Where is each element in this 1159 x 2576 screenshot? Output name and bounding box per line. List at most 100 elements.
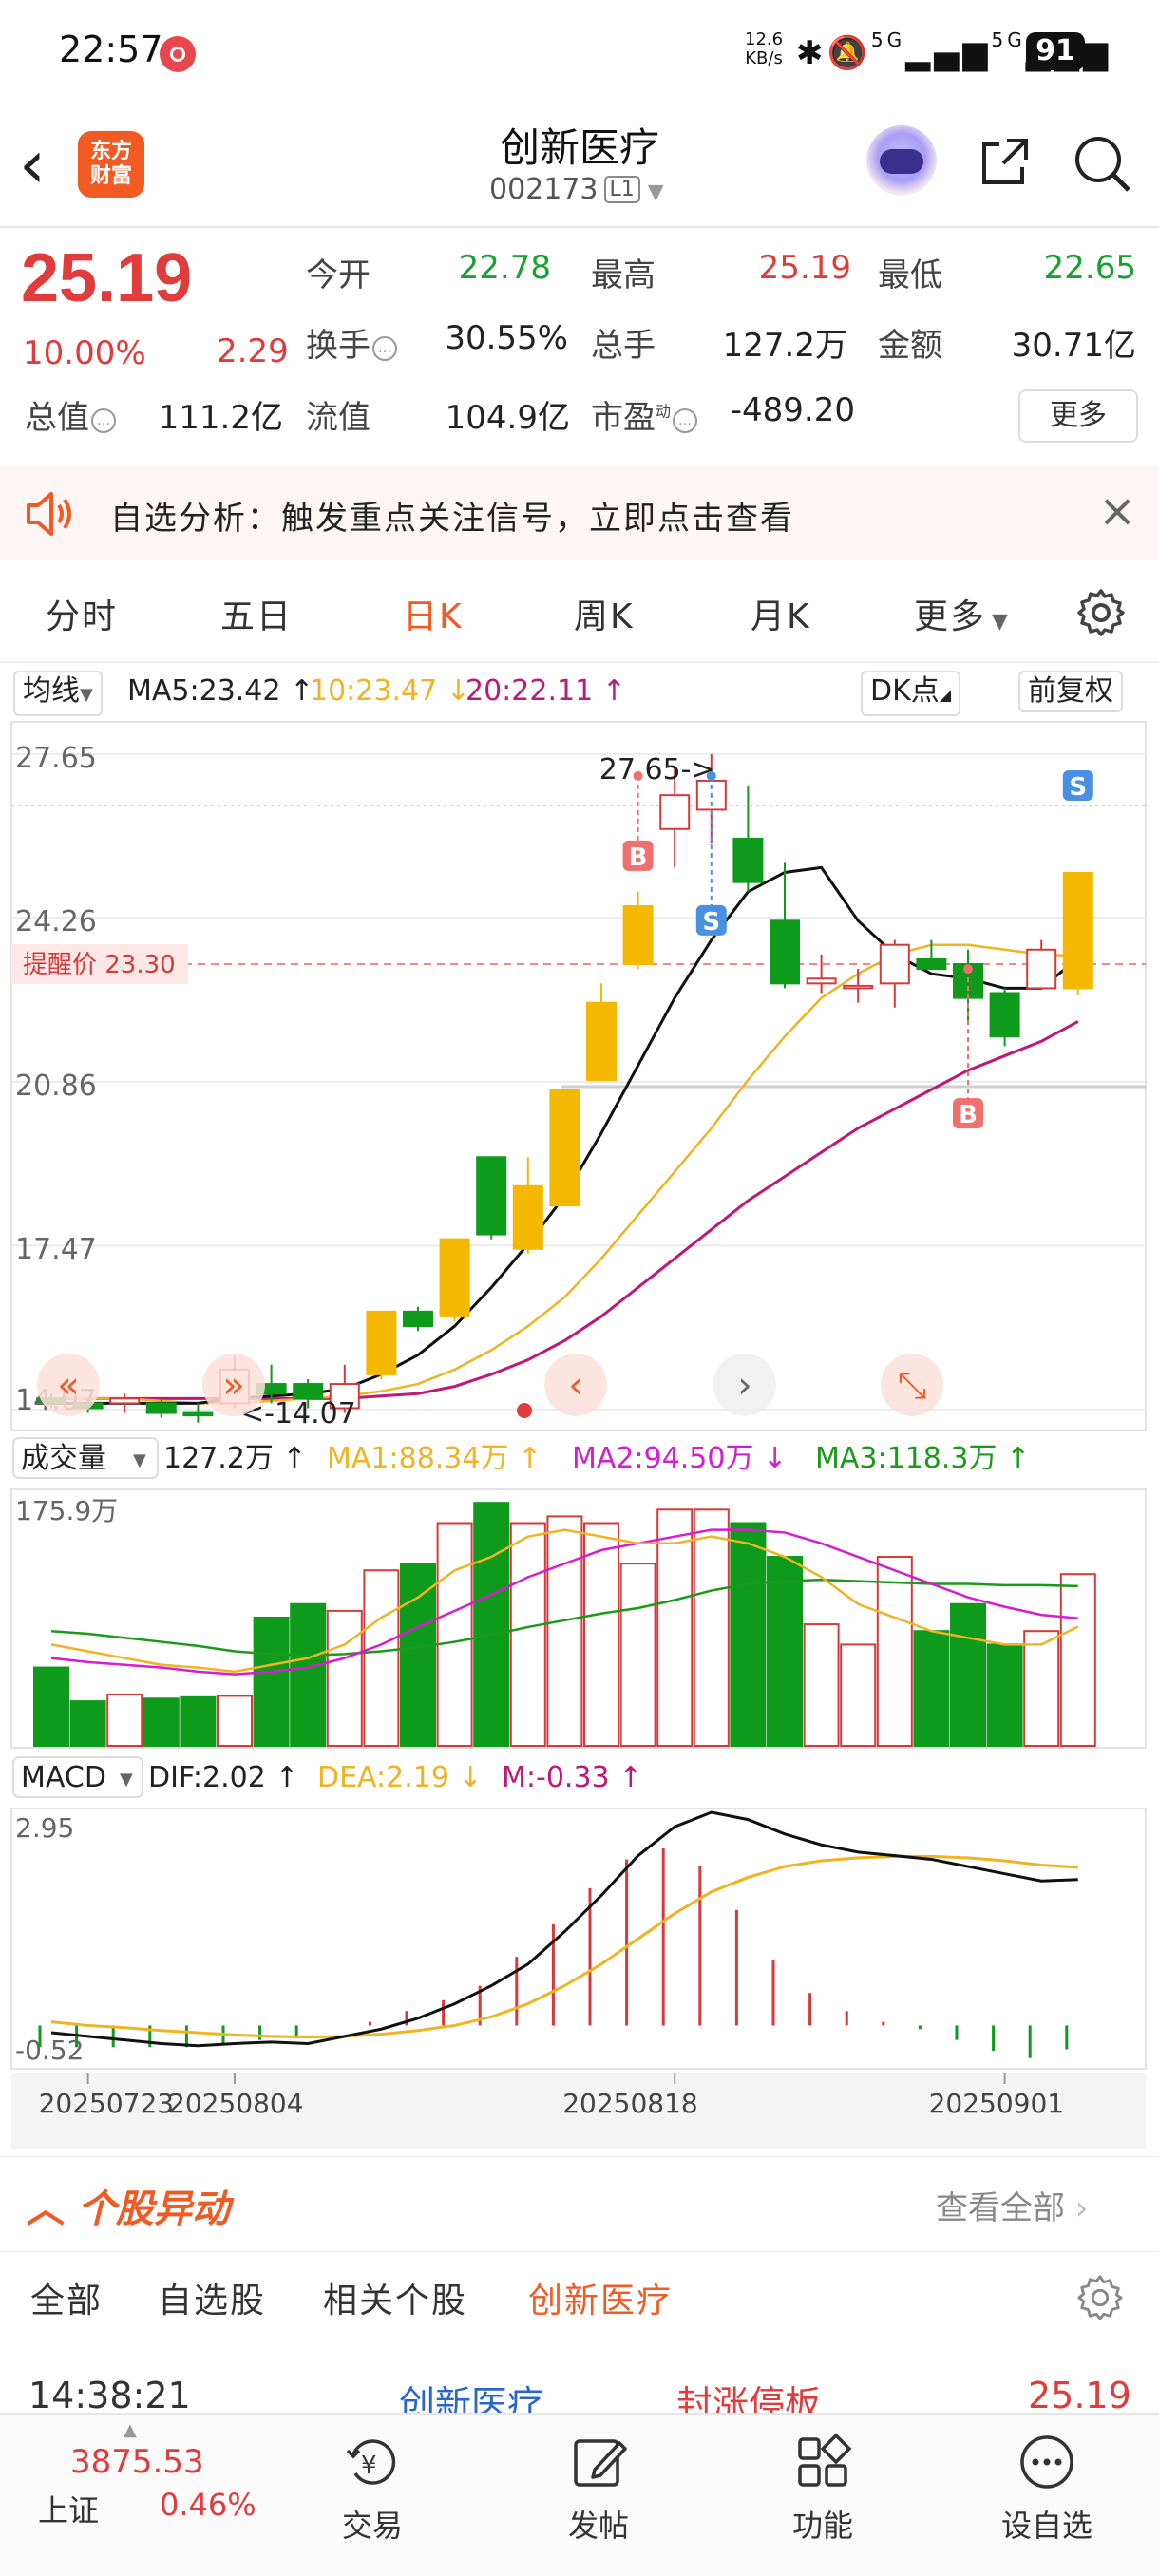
movers-list-peek[interactable]: 14:38:21 创新医疗 封涨停板 25.19	[0, 2365, 1159, 2413]
ma20-line	[51, 1020, 1079, 1400]
macd-select-label: MACD	[21, 1761, 106, 1794]
movers-tab-watchlist[interactable]: 自选股	[158, 2273, 266, 2322]
bs-marker-dot	[706, 770, 716, 781]
tab-weekly-k[interactable]: 周K	[574, 589, 635, 638]
chart-area[interactable]: 提醒价 23.30 27.6524.2620.8617.4714.07 27.6…	[0, 720, 1159, 2154]
caret-up-icon: ▲	[124, 2420, 137, 2440]
alert-banner[interactable]: 自选分析：触发重点关注信号，立即点击查看 ×	[0, 465, 1159, 560]
control-button-glyph: «	[57, 1364, 79, 1406]
turnover-value: 30.55%	[445, 319, 568, 357]
ma-select[interactable]: 均线▼	[13, 671, 103, 716]
info-icon: …	[372, 336, 397, 361]
info-icon: …	[91, 408, 116, 433]
settings-gear-icon[interactable]	[1075, 2273, 1125, 2322]
volume-bar	[803, 1623, 840, 1748]
battery-icon: 91	[1026, 32, 1093, 70]
peek-event: 封涨停板	[676, 2383, 822, 2413]
market-cap-label: 总值…	[25, 391, 116, 438]
candle-body	[806, 977, 837, 985]
movers-tab-all[interactable]: 全部	[30, 2273, 103, 2322]
volume-bar	[509, 1522, 546, 1747]
candle-body	[659, 794, 691, 830]
high-value: 25.19	[758, 249, 851, 287]
index-percent[interactable]: 0.46%	[160, 2487, 256, 2523]
status-bar: 22:57 12.6KB/s ✱🔕5G▂▄▆5G▂▄▆ 91	[0, 0, 1159, 104]
volume-bar	[473, 1502, 510, 1748]
date-label: 20250804	[168, 2088, 304, 2119]
macd-dea-label: DEA:2.19 ↓	[317, 1761, 483, 1794]
info-icon: …	[673, 408, 698, 433]
more-button[interactable]: 更多	[1018, 389, 1138, 443]
stock-code[interactable]: 002173 L1 ▼	[489, 173, 664, 206]
stock-header: ‹ 东方 财富 创新医疗 002173 L1 ▼	[0, 104, 1159, 228]
volume-bar	[69, 1700, 106, 1748]
index-name[interactable]: 上证	[38, 2487, 99, 2530]
candle-body	[182, 1411, 214, 1417]
peek-price: 25.19	[1028, 2375, 1131, 2413]
bluetooth-icon: ✱	[796, 34, 827, 72]
y-tick-label: 24.26	[15, 905, 97, 938]
zoom-out-icon: «	[37, 1354, 100, 1416]
volume-label: 总手	[591, 327, 656, 365]
volume-bar	[400, 1563, 436, 1748]
candle-body	[403, 1310, 433, 1328]
tab-more[interactable]: 更多 ▼	[914, 589, 1010, 638]
ai-assistant-icon[interactable]	[866, 125, 937, 196]
dk-point-button[interactable]: DK点◢	[861, 671, 961, 716]
settings-gear-icon[interactable]	[1075, 587, 1127, 638]
adjust-button[interactable]: 前复权	[1018, 671, 1123, 712]
network-speed: 12.6 KB/s	[745, 29, 784, 68]
volume-bar	[656, 1508, 694, 1747]
candle-body	[109, 1397, 141, 1405]
candle-body	[879, 943, 910, 985]
nav-post[interactable]: 发帖	[532, 2432, 665, 2546]
volume-select-label: 成交量	[21, 1442, 106, 1475]
movers-tab-related[interactable]: 相关个股	[323, 2273, 467, 2322]
mute-icon: 🔕	[826, 34, 871, 72]
view-all-link[interactable]: 查看全部 ›	[936, 2182, 1088, 2228]
high-label: 最高	[591, 256, 656, 294]
bs-marker-label: S	[1069, 773, 1087, 802]
macd-y-top: 2.95	[15, 1812, 74, 1844]
tab-intraday[interactable]: 分时	[46, 589, 118, 638]
movers-title: ︿ 个股异动	[27, 2188, 230, 2231]
search-icon[interactable]	[1072, 133, 1132, 194]
macd-lines	[50, 1810, 1078, 2048]
grid-apps-icon	[798, 2433, 852, 2487]
nav-functions[interactable]: 功能	[756, 2432, 889, 2546]
candle-body	[512, 1184, 543, 1250]
candle-body	[476, 1156, 507, 1236]
control-button-glyph: »	[222, 1364, 244, 1406]
volume-bar	[33, 1666, 69, 1747]
movers-tab-stock[interactable]: 创新医疗	[528, 2273, 673, 2322]
volume-bar	[1059, 1573, 1096, 1747]
open-value: 22.78	[458, 249, 551, 287]
close-icon[interactable]: ×	[1098, 484, 1136, 538]
macd-y-bottom: -0.52	[15, 2035, 84, 2066]
ma20-label: 20:22.11 ↑	[466, 674, 626, 708]
volume-bar	[326, 1609, 363, 1747]
status-time: 22:57	[59, 28, 163, 70]
bottom-nav: ▲ 3875.53 上证 0.46% ¥ 交易 发帖 功能 设自选	[0, 2413, 1159, 2576]
date-label: 20250723	[39, 2088, 175, 2119]
tab-daily-k[interactable]: 日K	[403, 589, 464, 638]
volume-bar	[1023, 1630, 1060, 1748]
tab-monthly-k[interactable]: 月K	[750, 589, 811, 638]
tab-five-day[interactable]: 五日	[220, 589, 293, 638]
index-value[interactable]: 3875.53	[70, 2443, 204, 2481]
movers-header: ︿ 个股异动 查看全部 ›	[0, 2156, 1159, 2251]
volume-bar	[290, 1602, 327, 1747]
peek-name: 创新医疗	[399, 2383, 544, 2413]
macd-dif-label: DIF:2.02 ↑	[148, 1761, 298, 1794]
macd-frame	[10, 1808, 1147, 2070]
candle-body	[1062, 871, 1093, 990]
bs-markers: B S B S	[622, 770, 1093, 1129]
peek-time: 14:38:21	[28, 2375, 191, 2413]
control-button-glyph: ‹	[568, 1364, 582, 1406]
nav-add-watchlist[interactable]: 设自选	[980, 2432, 1113, 2546]
vol-ma3-label: MA3:118.3万 ↑	[815, 1442, 1030, 1475]
share-icon[interactable]	[978, 135, 1032, 188]
kline-frame	[10, 721, 1147, 1431]
nav-trade[interactable]: ¥ 交易	[306, 2432, 439, 2546]
ma5-label: MA5:23.42 ↑	[127, 674, 314, 708]
